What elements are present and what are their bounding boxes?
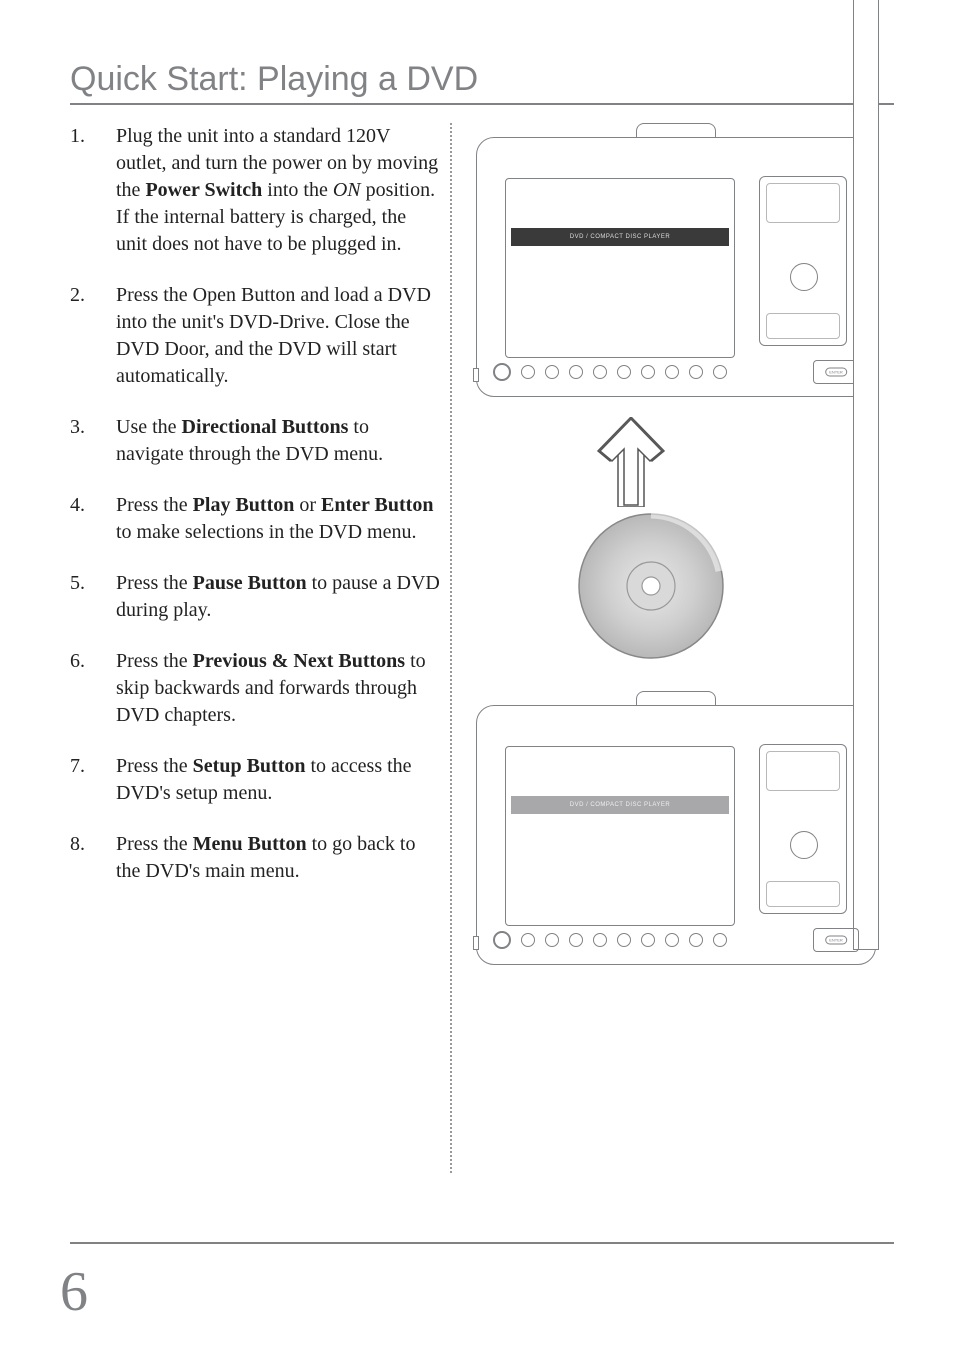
control-button-icon bbox=[665, 933, 679, 947]
control-button-icon bbox=[689, 365, 703, 379]
page-title: Quick Start: Playing a DVD bbox=[70, 60, 894, 105]
power-button-icon bbox=[493, 363, 511, 381]
speaker-grille-icon bbox=[766, 313, 840, 339]
control-button-icon bbox=[545, 933, 559, 947]
side-port-icon bbox=[853, 0, 879, 950]
control-button-icon bbox=[545, 365, 559, 379]
device-body-icon: DVD / COMPACT DISC PLAYER bbox=[476, 705, 876, 965]
device-button-row bbox=[493, 358, 859, 386]
control-button-icon bbox=[665, 365, 679, 379]
control-button-icon bbox=[569, 365, 583, 379]
control-button-icon bbox=[641, 365, 655, 379]
side-port-icon bbox=[473, 936, 479, 950]
power-button-icon bbox=[493, 931, 511, 949]
device-speaker-icon bbox=[759, 744, 847, 914]
step-2: Press the Open Button and load a DVD int… bbox=[70, 282, 440, 390]
illustration-column: DVD / COMPACT DISC PLAYER bbox=[450, 123, 880, 1173]
device-button-row bbox=[493, 926, 859, 954]
dpad-enter-icon bbox=[813, 928, 859, 952]
device-illustration-top: DVD / COMPACT DISC PLAYER bbox=[476, 123, 876, 403]
device-speaker-icon bbox=[759, 176, 847, 346]
side-port-icon bbox=[473, 368, 479, 382]
speaker-grille-icon bbox=[766, 751, 840, 791]
footer-divider bbox=[70, 1242, 894, 1244]
step-8: Press the Menu Button to go back to the … bbox=[70, 831, 440, 885]
control-button-icon bbox=[713, 365, 727, 379]
control-button-icon bbox=[593, 365, 607, 379]
step-4: Press the Play Button or Enter Button to… bbox=[70, 492, 440, 546]
content-row: Plug the unit into a standard 120V outle… bbox=[70, 123, 894, 1173]
steps-list: Plug the unit into a standard 120V outle… bbox=[70, 123, 440, 885]
device-screen-label: DVD / COMPACT DISC PLAYER bbox=[511, 228, 729, 246]
device-illustration-bottom: DVD / COMPACT DISC PLAYER bbox=[476, 691, 876, 971]
control-button-icon bbox=[617, 933, 631, 947]
step-7: Press the Setup Button to access the DVD… bbox=[70, 753, 440, 807]
speaker-grille-icon bbox=[766, 881, 840, 907]
control-button-icon bbox=[641, 933, 655, 947]
device-body-icon: DVD / COMPACT DISC PLAYER bbox=[476, 137, 876, 397]
speaker-grille-icon bbox=[766, 183, 840, 223]
device-screen-icon bbox=[505, 178, 735, 358]
control-button-icon bbox=[713, 933, 727, 947]
device-screen-label: DVD / COMPACT DISC PLAYER bbox=[511, 796, 729, 814]
page-number: 6 bbox=[60, 1260, 88, 1324]
control-button-icon bbox=[689, 933, 703, 947]
instructions-column: Plug the unit into a standard 120V outle… bbox=[70, 123, 440, 1173]
control-button-icon bbox=[521, 365, 535, 379]
dvd-disc-icon bbox=[576, 511, 726, 661]
device-screen-icon bbox=[505, 746, 735, 926]
step-1: Plug the unit into a standard 120V outle… bbox=[70, 123, 440, 258]
control-button-icon bbox=[593, 933, 607, 947]
control-button-icon bbox=[569, 933, 583, 947]
step-3: Use the Directional Buttons to navigate … bbox=[70, 414, 440, 468]
control-button-icon bbox=[521, 933, 535, 947]
arrow-up-icon bbox=[586, 417, 676, 507]
step-6: Press the Previous & Next Buttons to ski… bbox=[70, 648, 440, 729]
step-5: Press the Pause Button to pause a DVD du… bbox=[70, 570, 440, 624]
control-button-icon bbox=[617, 365, 631, 379]
